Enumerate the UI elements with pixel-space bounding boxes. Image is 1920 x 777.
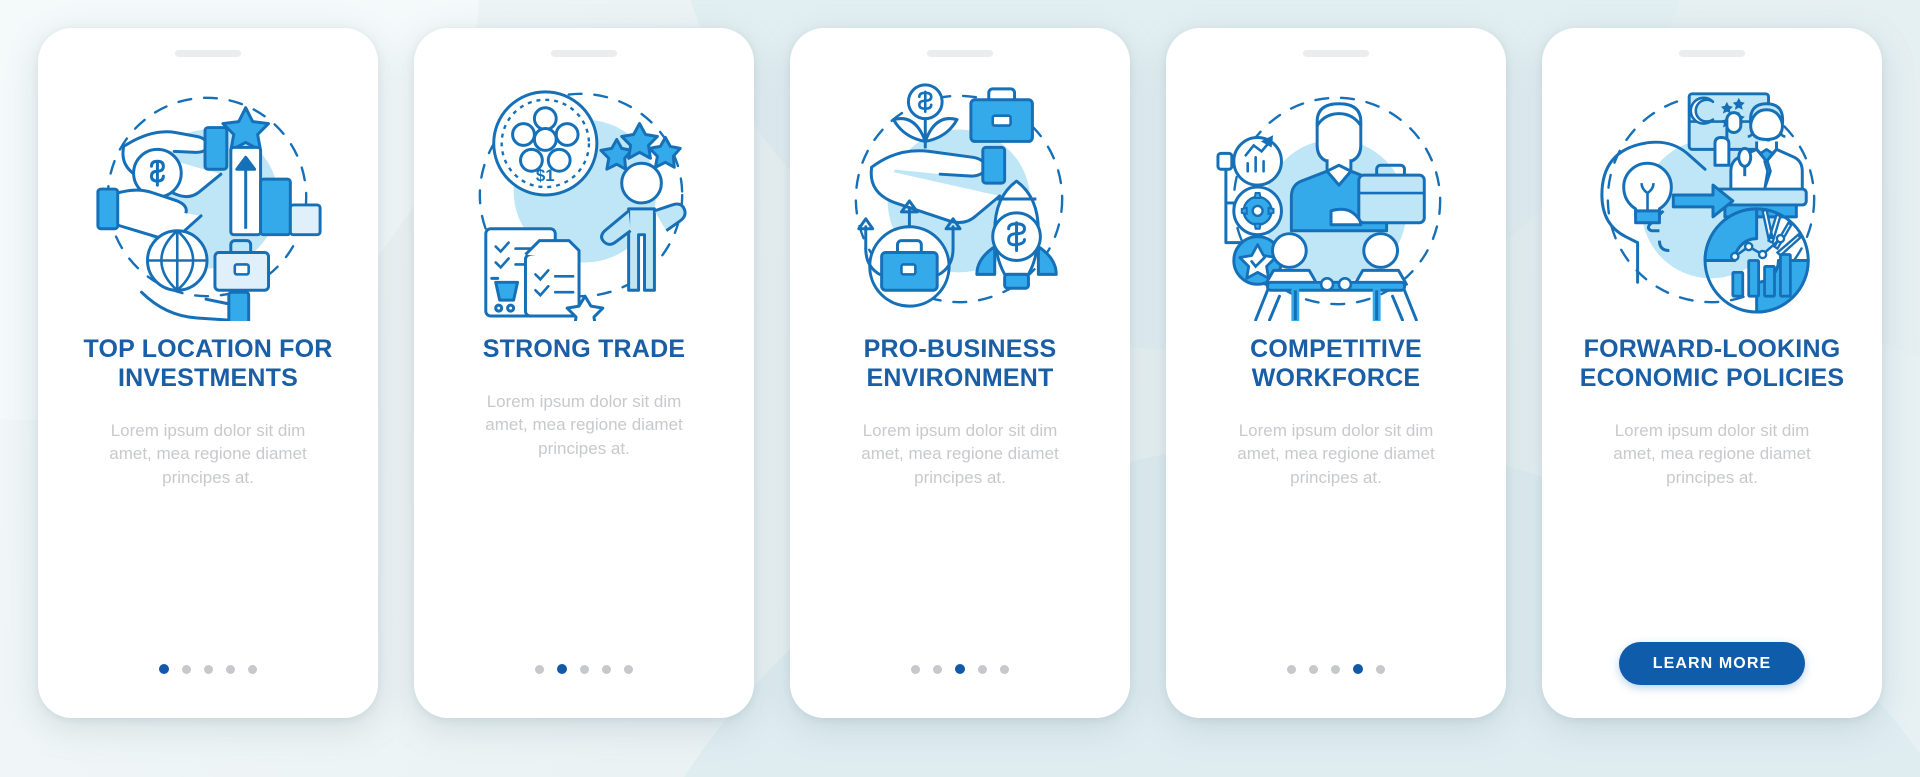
pagination-dot[interactable] (1309, 664, 1318, 674)
screen-title: TOP LOCATION FOR INVESTMENTS (83, 335, 333, 392)
screen-forward-looking[interactable]: FORWARD-LOOKING ECONOMIC POLICIES Lorem i… (1542, 28, 1882, 718)
pagination-dot[interactable] (933, 664, 942, 674)
pagination-dots (1287, 664, 1385, 674)
phone-speaker-notch (175, 50, 241, 57)
phone-speaker-notch (551, 50, 617, 57)
pagination-dot[interactable] (1287, 664, 1296, 674)
screen-description: Lorem ipsum dolor sit dim amet, mea regi… (109, 421, 307, 487)
screen-competitive-workforce[interactable]: COMPETITIVE WORKFORCE Lorem ipsum dolor s… (1166, 28, 1506, 718)
onboarding-screens-row: TOP LOCATION FOR INVESTMENTS Lorem ipsum … (0, 0, 1920, 777)
screen-top-location[interactable]: TOP LOCATION FOR INVESTMENTS Lorem ipsum … (38, 28, 378, 718)
pagination-dot[interactable] (226, 664, 235, 674)
pagination-dots (911, 664, 1009, 674)
pagination-dot[interactable] (624, 664, 633, 674)
strong-trade-coin-person-documents-illustration: $1 (460, 71, 708, 321)
forward-looking-policies-speaker-flag-illustration (1588, 71, 1836, 321)
pagination-dots (535, 664, 633, 674)
phone-speaker-notch (1303, 50, 1369, 57)
pagination-dot-active[interactable] (159, 664, 169, 674)
screen-description: Lorem ipsum dolor sit dim amet, mea regi… (1237, 421, 1435, 487)
screen-title: PRO-BUSINESS ENVIRONMENT (863, 335, 1057, 392)
screen-strong-trade[interactable]: $1 STRONG TRADE Lorem ipsum dolor sit dim… (414, 28, 754, 718)
pagination-dot-active[interactable] (1353, 664, 1363, 674)
pro-business-plant-rocket-briefcase-illustration (836, 71, 1084, 321)
screen-pro-business[interactable]: PRO-BUSINESS ENVIRONMENT Lorem ipsum dolo… (790, 28, 1130, 718)
pagination-dot[interactable] (580, 664, 589, 674)
screen-title: FORWARD-LOOKING ECONOMIC POLICIES (1579, 335, 1845, 392)
pagination-dot[interactable] (182, 664, 191, 674)
pagination-dot[interactable] (1331, 664, 1340, 674)
pagination-dot-active[interactable] (955, 664, 965, 674)
investment-hands-chart-globe-illustration (84, 71, 332, 321)
screen-description: Lorem ipsum dolor sit dim amet, mea regi… (861, 421, 1059, 487)
screen-description: Lorem ipsum dolor sit dim amet, mea regi… (1613, 421, 1811, 487)
pagination-dots (159, 664, 257, 674)
pagination-dot[interactable] (602, 664, 611, 674)
phone-speaker-notch (1679, 50, 1745, 57)
phone-speaker-notch (927, 50, 993, 57)
learn-more-button[interactable]: LEARN MORE (1618, 642, 1806, 685)
pagination-dot[interactable] (204, 664, 213, 674)
pagination-dot[interactable] (911, 664, 920, 674)
screen-title: STRONG TRADE (482, 335, 686, 363)
competitive-workforce-businessman-desk-illustration (1212, 71, 1460, 321)
pagination-dot[interactable] (248, 664, 257, 674)
svg-text:$1: $1 (536, 166, 555, 185)
pagination-dot[interactable] (1376, 664, 1385, 674)
pagination-dot[interactable] (535, 664, 544, 674)
pagination-dot[interactable] (1000, 664, 1009, 674)
screen-description: Lorem ipsum dolor sit dim amet, mea regi… (485, 392, 683, 458)
pagination-dot[interactable] (978, 664, 987, 674)
pagination-dot-active[interactable] (557, 664, 567, 674)
screen-title: COMPETITIVE WORKFORCE (1250, 335, 1422, 392)
